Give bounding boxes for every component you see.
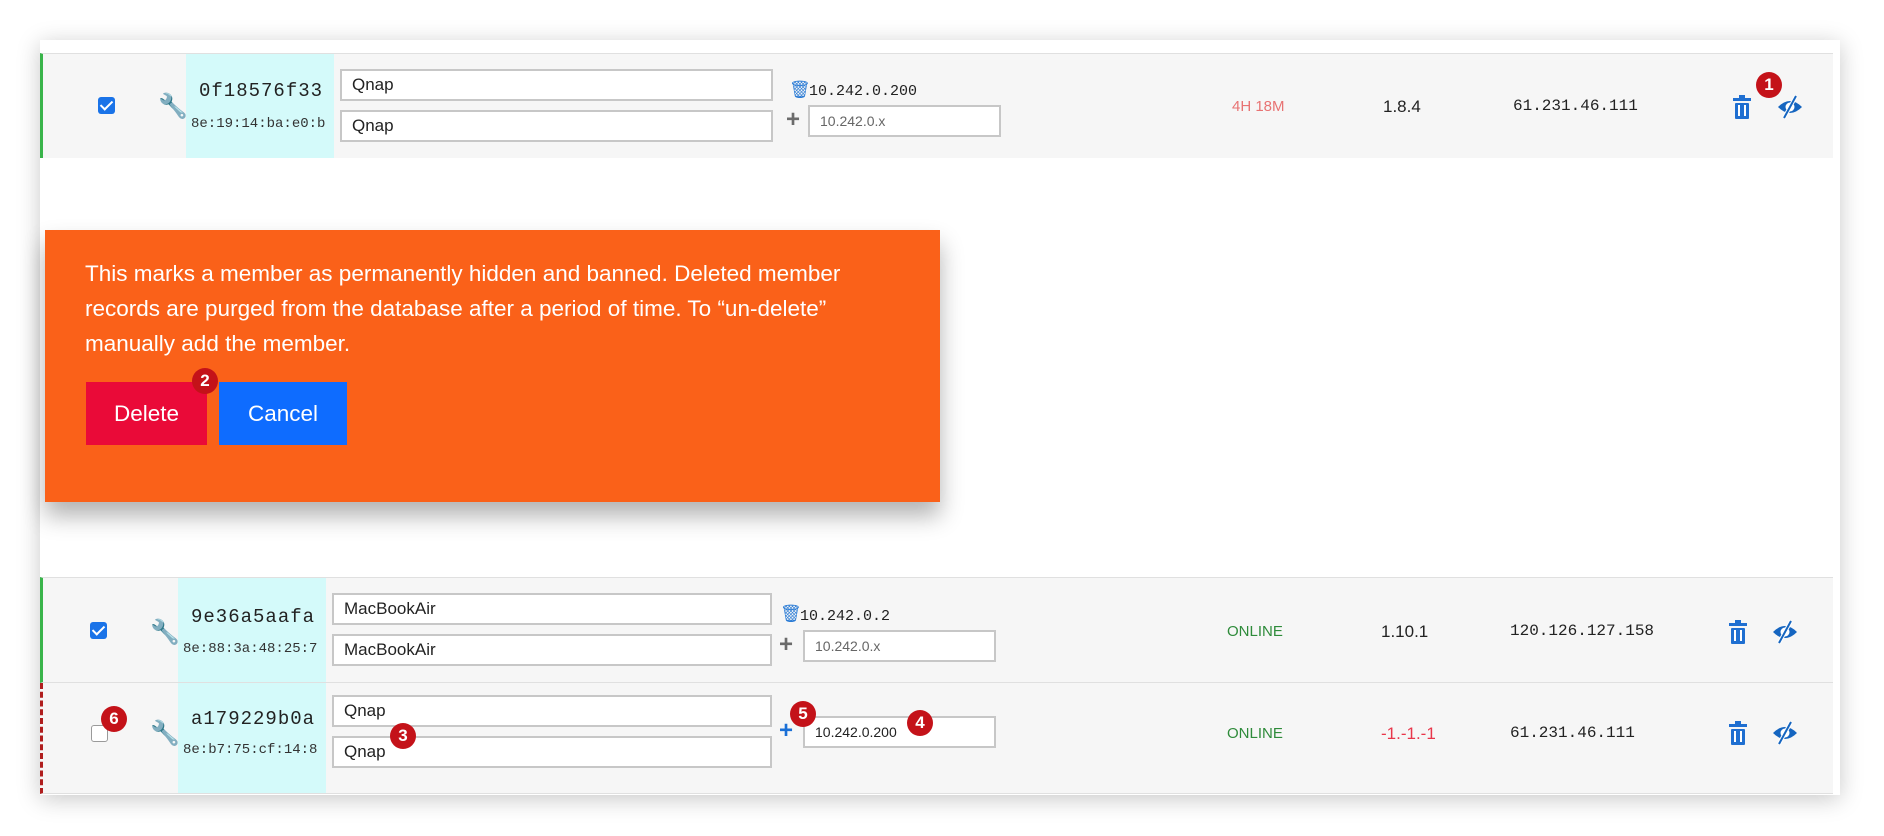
member-short-name-input[interactable]: Qnap: [340, 69, 773, 101]
member-physical-ip: 61.231.46.111: [1513, 97, 1638, 115]
hide-member-eye-slash-icon[interactable]: [1776, 94, 1804, 120]
ip-assignment-input[interactable]: 10.242.0.x: [808, 105, 1001, 137]
member-row: 🔧 9e36a5aafa 8e:88:3a:48:25:7 MacBookAir…: [40, 577, 1833, 683]
wrench-icon[interactable]: 🔧: [158, 92, 188, 121]
member-mac-address: 8e:88:3a:48:25:7: [183, 641, 318, 657]
assigned-ip: 10.242.0.2: [800, 608, 891, 625]
member-mac-address: 8e:b7:75:cf:14:8: [183, 742, 318, 758]
annotation-badge: 5: [790, 701, 816, 727]
member-authorized-checkbox[interactable]: [90, 622, 107, 639]
wrench-icon[interactable]: 🔧: [150, 719, 180, 748]
annotation-badge: 4: [907, 710, 933, 736]
member-physical-ip: 61.231.46.111: [1510, 724, 1635, 742]
member-name-input[interactable]: MacBookAir: [332, 634, 772, 666]
annotation-badge: 2: [192, 368, 218, 394]
member-mac-address: 8e:19:14:ba:e0:b: [191, 116, 326, 132]
delete-button[interactable]: Delete: [86, 382, 207, 445]
delete-member-trash-icon[interactable]: [1727, 720, 1749, 746]
member-short-name-input[interactable]: Qnap: [332, 695, 772, 727]
member-row: 🔧 a179229b0a 8e:b7:75:cf:14:8 Qnap Qnap …: [40, 683, 1833, 794]
member-physical-ip: 120.126.127.158: [1510, 622, 1655, 640]
member-version: 1.8.4: [1383, 97, 1421, 116]
add-ip-plus-icon[interactable]: +: [779, 633, 793, 657]
member-authorized-checkbox[interactable]: [98, 97, 115, 114]
annotation-badge: 6: [101, 706, 127, 732]
member-id-cell: 0f18576f33 8e:19:14:ba:e0:b: [186, 54, 334, 158]
member-short-name-input[interactable]: MacBookAir: [332, 593, 772, 625]
delete-ip-trash-icon[interactable]: 🗑: [780, 604, 802, 624]
ip-assignment-input[interactable]: 10.242.0.200: [803, 716, 996, 748]
annotation-badge: 1: [1756, 72, 1782, 98]
ip-assignment-input[interactable]: 10.242.0.x: [803, 630, 996, 662]
delete-confirmation-popup: This marks a member as permanently hidde…: [45, 230, 940, 502]
member-node-id: 0f18576f33: [199, 80, 324, 102]
add-ip-plus-icon[interactable]: +: [779, 719, 793, 743]
member-id-cell: 9e36a5aafa 8e:88:3a:48:25:7: [178, 578, 326, 682]
assigned-ip: 10.242.0.200: [809, 83, 918, 100]
delete-ip-trash-icon[interactable]: 🗑: [789, 80, 811, 100]
annotation-badge: 3: [390, 723, 416, 749]
hide-member-eye-slash-icon[interactable]: [1771, 720, 1799, 746]
member-id-cell: a179229b0a 8e:b7:75:cf:14:8: [178, 683, 326, 793]
member-version: 1.10.1: [1381, 622, 1429, 641]
member-name-input[interactable]: Qnap: [340, 110, 773, 142]
member-status: ONLINE: [1227, 725, 1283, 742]
member-version: -1.-1.-1: [1381, 724, 1436, 743]
member-status: 4H 18M: [1232, 98, 1285, 115]
delete-member-trash-icon[interactable]: [1731, 94, 1753, 120]
delete-warning-message: This marks a member as permanently hidde…: [85, 261, 841, 356]
delete-member-trash-icon[interactable]: [1727, 619, 1749, 645]
member-node-id: 9e36a5aafa: [191, 606, 316, 628]
member-status: ONLINE: [1227, 623, 1283, 640]
ip-assignment-placeholder: 10.242.0.x: [820, 113, 886, 129]
ip-assignment-placeholder: 10.242.0.x: [815, 638, 881, 654]
wrench-icon[interactable]: 🔧: [150, 618, 180, 647]
member-node-id: a179229b0a: [191, 708, 316, 730]
hide-member-eye-slash-icon[interactable]: [1771, 619, 1799, 645]
member-row: 🔧 0f18576f33 8e:19:14:ba:e0:b Qnap Qnap …: [40, 53, 1833, 158]
add-ip-plus-icon[interactable]: +: [786, 108, 800, 132]
cancel-button[interactable]: Cancel: [219, 382, 347, 445]
